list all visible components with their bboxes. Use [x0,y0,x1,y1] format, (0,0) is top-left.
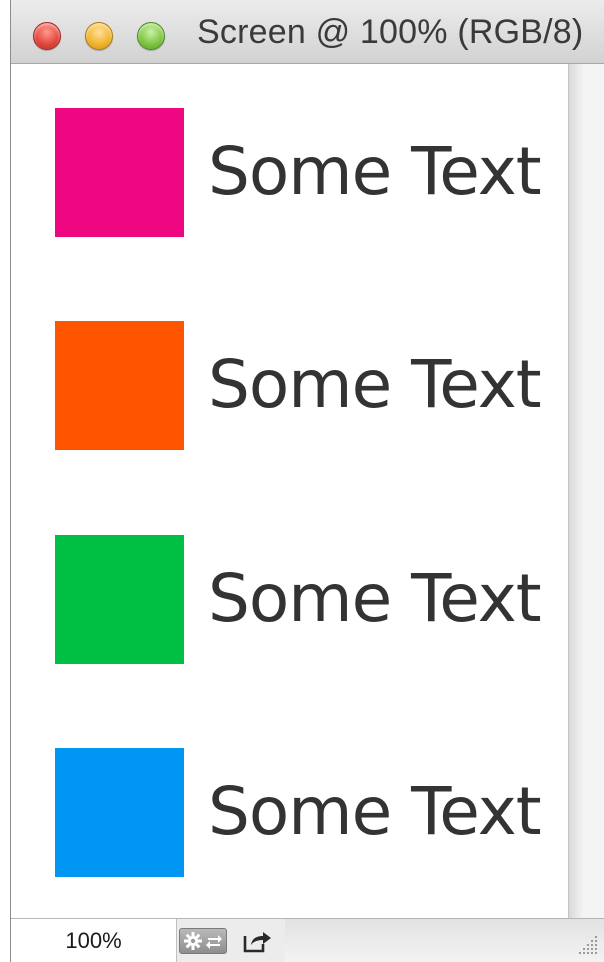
color-swatch [55,535,184,664]
document-window: Screen @ 100% (RGB/8) Some Text Some Tex… [10,0,604,962]
minimize-button[interactable] [85,22,113,50]
color-swatch [55,748,184,877]
zoom-level-field[interactable]: 100% [11,919,177,962]
status-bar: 100% [11,918,604,962]
share-icon[interactable] [241,928,275,954]
list-item: Some Text [11,535,568,665]
vertical-scrollbar[interactable] [568,64,604,918]
color-swatch [55,108,184,237]
list-item: Some Text [11,748,568,878]
item-label: Some Text [208,560,542,637]
gear-arrows-icon[interactable] [179,928,227,954]
resize-grip-icon[interactable] [574,932,600,958]
zoom-button[interactable] [137,22,165,50]
list-item: Some Text [11,108,568,238]
color-swatch [55,321,184,450]
item-label: Some Text [208,773,542,850]
horizontal-scrollbar[interactable] [285,919,604,962]
item-label: Some Text [208,133,542,210]
list-item: Some Text [11,321,568,451]
document-canvas: Some Text Some Text Some Text Some Text [11,64,568,918]
window-title: Screen @ 100% (RGB/8) [197,13,584,51]
close-button[interactable] [33,22,61,50]
title-bar[interactable]: Screen @ 100% (RGB/8) [11,0,604,64]
item-label: Some Text [208,346,542,423]
